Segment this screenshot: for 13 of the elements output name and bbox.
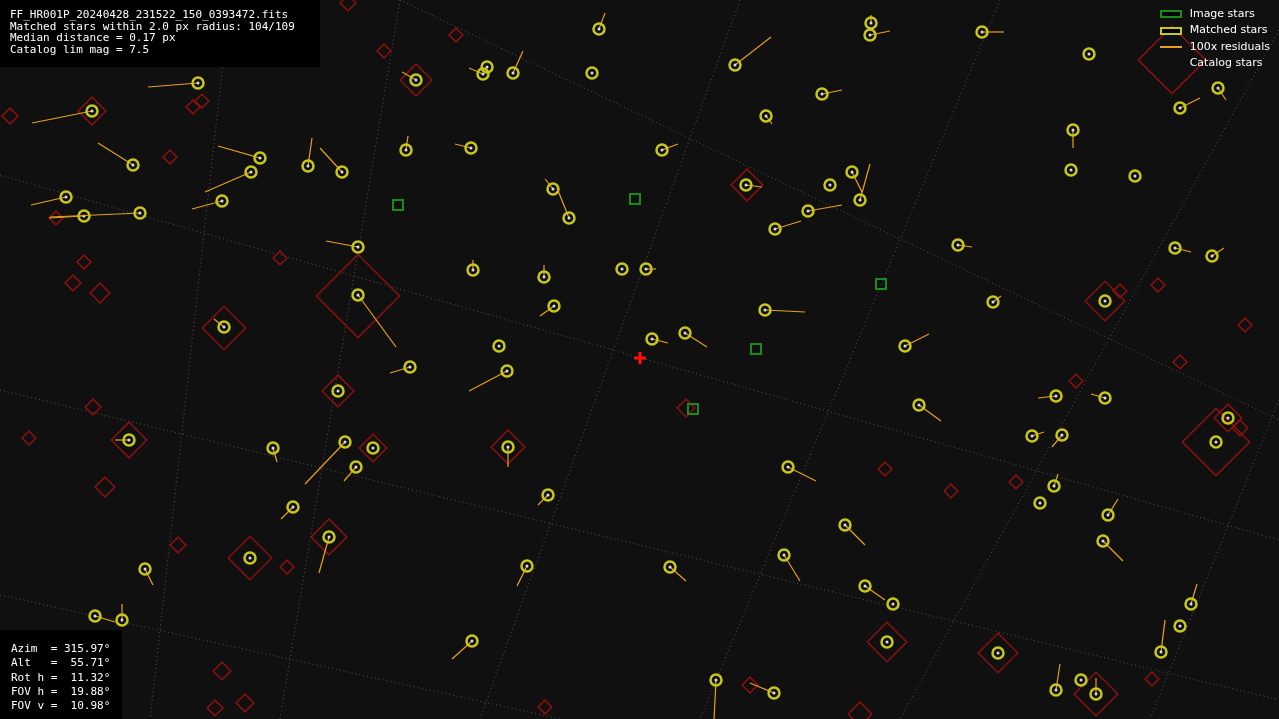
info-text: Median distance = 0.17 px	[10, 32, 176, 44]
pointing-text: Alt = 55.71°	[11, 656, 112, 671]
info-text: FF_HR001P_20240428_231522_150_0393472.fits	[10, 9, 290, 21]
pointing-text: Azim = 315.97°	[11, 642, 112, 657]
legend-label: Image stars	[1189, 5, 1255, 22]
legend-label: 100x residuals	[1189, 38, 1270, 55]
info-text: Catalog lim mag = 7.5	[10, 43, 151, 55]
legend-label: Catalog stars	[1189, 55, 1263, 72]
legend-label: Matched stars	[1189, 22, 1268, 39]
pointing-text: FOV h = 19.88°	[11, 684, 112, 700]
pointing-text: Rot h = 11.32°	[11, 670, 112, 685]
info-text: Matched stars within 2.0 px radius: 104/109	[10, 20, 296, 32]
pointing-text: FOV v = 10.98°	[11, 699, 112, 714]
